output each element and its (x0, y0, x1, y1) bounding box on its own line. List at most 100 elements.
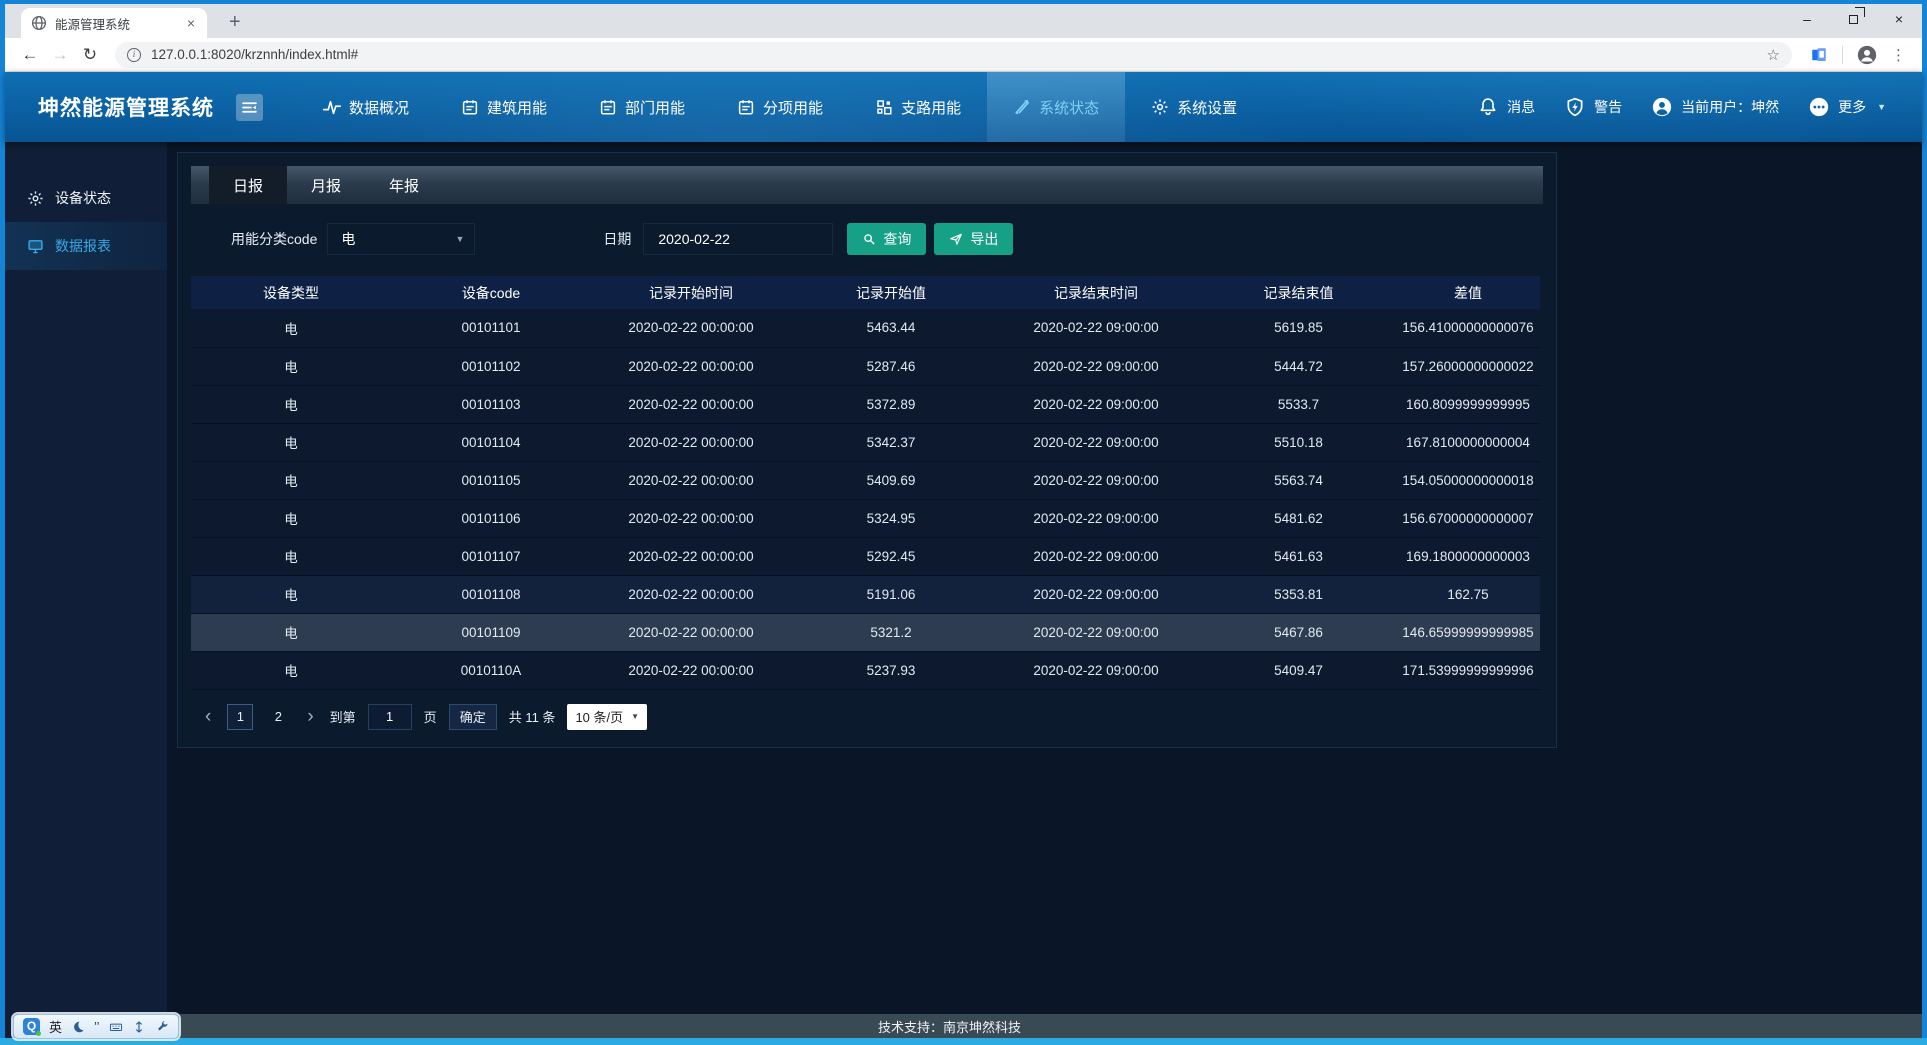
bell-icon (1478, 97, 1498, 117)
forward-button[interactable]: → (45, 45, 75, 65)
nav-item-icon (737, 98, 755, 116)
messages-button[interactable]: 消息 (1478, 97, 1535, 117)
chevron-down-icon: ▼ (1877, 102, 1886, 112)
nav-item[interactable]: 建筑用能 (435, 72, 573, 142)
back-button[interactable]: ← (15, 45, 45, 65)
table-row[interactable]: 电 00101108 2020-02-22 00:00:00 5191.06 2… (191, 575, 1540, 613)
cell-start-value: 5409.69 (791, 461, 991, 499)
sidebar-item[interactable]: 设备状态 (5, 174, 167, 222)
cell-device-type: 电 (191, 423, 391, 461)
send-icon (949, 232, 963, 246)
table-row[interactable]: 电 00101105 2020-02-22 00:00:00 5409.69 2… (191, 461, 1540, 499)
cell-start-time: 2020-02-22 00:00:00 (591, 537, 791, 575)
nav-item-label: 数据概况 (349, 97, 409, 118)
cell-end-time: 2020-02-22 09:00:00 (991, 613, 1201, 651)
browser-tab[interactable]: 能源管理系统 × (21, 8, 207, 38)
hamburger-icon[interactable] (236, 94, 263, 121)
punctuation-toggle[interactable]: ’’ (94, 1019, 100, 1034)
moon-icon[interactable] (71, 1020, 85, 1034)
alerts-button[interactable]: 警告 (1565, 97, 1622, 117)
cell-device-code: 00101101 (391, 309, 591, 347)
table-row[interactable]: 电 00101102 2020-02-22 00:00:00 5287.46 2… (191, 347, 1540, 385)
report-tab[interactable]: 日报 (209, 166, 287, 204)
cell-device-code: 00101103 (391, 385, 591, 423)
wrench-icon[interactable] (155, 1020, 169, 1034)
extension-icon[interactable] (1810, 46, 1828, 64)
report-tab[interactable]: 月报 (287, 166, 365, 204)
sidebar-item[interactable]: 数据报表 (5, 222, 167, 270)
window-frame-bottom (0, 1038, 1927, 1045)
cell-start-time: 2020-02-22 00:00:00 (591, 461, 791, 499)
browser-menu-icon[interactable]: ⋮ (1891, 46, 1906, 64)
goto-page-input[interactable]: 1 (368, 704, 412, 730)
reload-button[interactable]: ↻ (75, 45, 105, 65)
report-tab[interactable]: 年报 (365, 166, 443, 204)
nav-item-label: 系统设置 (1177, 97, 1237, 118)
page-size-select[interactable]: 10 条/页 ▼ (567, 704, 647, 730)
toolbar-layout-icon[interactable] (132, 1020, 146, 1034)
keyboard-icon[interactable] (109, 1020, 123, 1034)
page-info-icon[interactable]: i (127, 48, 141, 62)
table-row[interactable]: 电 00101107 2020-02-22 00:00:00 5292.45 2… (191, 537, 1540, 575)
prev-page-icon[interactable]: ‹ (201, 704, 215, 730)
cell-start-time: 2020-02-22 00:00:00 (591, 347, 791, 385)
page-number[interactable]: 2 (265, 704, 291, 730)
goto-label: 到第 (330, 707, 356, 726)
cell-diff: 157.26000000000022 (1396, 347, 1540, 385)
category-value: 电 (341, 229, 455, 249)
sogou-icon[interactable]: Q (23, 1018, 40, 1035)
url-text[interactable]: 127.0.0.1:8020/krznnh/index.html# (151, 47, 1767, 62)
table-row[interactable]: 电 00101109 2020-02-22 00:00:00 5321.2 20… (191, 613, 1540, 651)
cell-start-value: 5324.95 (791, 499, 991, 537)
export-button[interactable]: 导出 (934, 223, 1013, 255)
search-button[interactable]: 查询 (847, 223, 926, 255)
more-button[interactable]: 更多 ▼ (1809, 97, 1886, 117)
cell-end-time: 2020-02-22 09:00:00 (991, 309, 1201, 347)
table-row[interactable]: 电 00101106 2020-02-22 00:00:00 5324.95 2… (191, 499, 1540, 537)
confirm-button[interactable]: 确定 (449, 704, 497, 730)
tab-close-icon[interactable]: × (183, 15, 199, 31)
search-icon (862, 232, 876, 246)
page-number[interactable]: 1 (227, 704, 253, 730)
nav-item[interactable]: 分项用能 (711, 72, 849, 142)
nav-item[interactable]: 系统状态 (987, 72, 1125, 142)
nav-item[interactable]: 数据概况 (297, 72, 435, 142)
column-header: 记录结束值 (1201, 276, 1396, 309)
address-bar[interactable]: i 127.0.0.1:8020/krznnh/index.html# ☆ (115, 42, 1792, 68)
table-row[interactable]: 电 00101101 2020-02-22 00:00:00 5463.44 2… (191, 309, 1540, 347)
profile-icon[interactable] (1857, 45, 1877, 65)
category-select[interactable]: 电 ▼ (327, 223, 475, 255)
current-user[interactable]: 当前用户：坤然 (1652, 97, 1779, 117)
sidebar-item-label: 设备状态 (55, 188, 111, 208)
nav-item-icon (1151, 98, 1169, 116)
page-size-caret-icon: ▼ (631, 712, 639, 721)
bookmark-star-icon[interactable]: ☆ (1767, 46, 1780, 64)
report-tabbar: 日报 月报 年报 (191, 166, 1543, 204)
date-value: 2020-02-22 (658, 231, 730, 247)
cell-start-time: 2020-02-22 00:00:00 (591, 309, 791, 347)
cell-start-time: 2020-02-22 00:00:00 (591, 651, 791, 689)
nav-item[interactable]: 系统设置 (1125, 72, 1263, 142)
date-input[interactable]: 2020-02-22 (643, 223, 833, 255)
nav-item[interactable]: 部门用能 (573, 72, 711, 142)
cell-device-type: 电 (191, 537, 391, 575)
column-header: 设备code (391, 276, 591, 309)
next-page-icon[interactable]: › (303, 704, 317, 730)
table-row[interactable]: 电 0010110A 2020-02-22 00:00:00 5237.93 2… (191, 651, 1540, 689)
ime-language-mode[interactable]: 英 (49, 1017, 62, 1036)
cell-start-value: 5237.93 (791, 651, 991, 689)
table-row[interactable]: 电 00101103 2020-02-22 00:00:00 5372.89 2… (191, 385, 1540, 423)
close-button[interactable]: × (1876, 4, 1922, 34)
table-row[interactable]: 电 00101104 2020-02-22 00:00:00 5342.37 2… (191, 423, 1540, 461)
restore-button[interactable] (1830, 4, 1876, 34)
app-logo: 坤然能源管理系统 (38, 92, 214, 122)
search-button-label: 查询 (883, 229, 911, 249)
nav-item[interactable]: 支路用能 (849, 72, 987, 142)
column-header: 设备类型 (191, 276, 391, 309)
report-tab-label: 日报 (233, 175, 263, 196)
nav-item-label: 建筑用能 (487, 97, 547, 118)
nav-item-label: 支路用能 (901, 97, 961, 118)
new-tab-button[interactable]: + (221, 11, 249, 34)
minimize-button[interactable]: – (1784, 4, 1830, 34)
total-count-label: 共 11 条 (509, 707, 556, 726)
